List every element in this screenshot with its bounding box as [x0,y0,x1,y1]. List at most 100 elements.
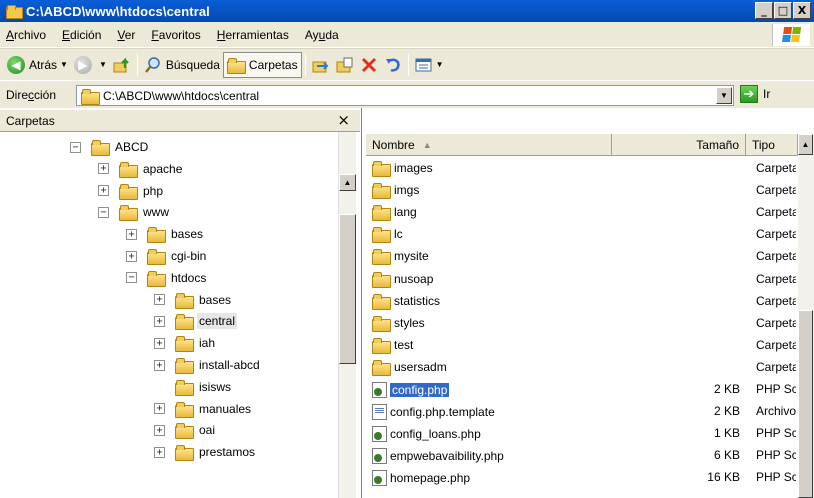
tree-node[interactable]: − htdocs [126,269,208,287]
views-button[interactable]: ▼ [412,52,447,78]
chevron-up-icon: ▲ [801,140,810,149]
file-row[interactable]: test Carpeta [364,335,814,357]
chevron-down-icon: ▼ [720,91,728,100]
scroll-thumb[interactable] [339,214,356,364]
expand-icon[interactable]: + [126,228,137,240]
maximize-button[interactable]: □ [774,2,792,19]
tree-node[interactable]: + apache [98,160,184,178]
tree-node[interactable]: − www [98,203,171,222]
delete-icon [361,57,376,72]
column-header-type[interactable]: Tipo [746,134,798,156]
tree-node[interactable]: + oai [154,421,217,440]
tree-node[interactable]: isisws [154,378,233,396]
menu-edicion[interactable]: Edición [62,28,101,42]
tree-node[interactable]: + iah [154,334,217,353]
folder-icon [119,205,138,222]
file-row[interactable]: config.php.template 2 KB Archivo [364,401,814,423]
address-label: Dirección [6,87,57,102]
expand-icon[interactable]: + [154,337,165,349]
scroll-up-button[interactable]: ▲ [339,174,356,191]
file-row[interactable]: nusoap Carpeta [364,269,814,291]
expand-icon[interactable]: + [154,424,165,436]
folder-icon [175,336,194,353]
menu-favoritos[interactable]: Favoritos [151,28,200,42]
tree-node[interactable]: + install-abcd [154,356,262,374]
tree-node[interactable]: + prestamos [154,443,257,462]
tree-node[interactable]: + manuales [154,400,253,418]
expand-icon[interactable]: + [154,315,165,327]
folders-pane-header: Carpetas × [0,110,360,132]
scroll-up-button[interactable]: ▲ [798,134,813,155]
address-input[interactable]: C:\ABCD\www\htdocs\central ▼ [76,85,734,106]
expand-icon[interactable]: + [154,359,165,371]
file-row[interactable]: images Carpeta [364,158,814,180]
file-type: PHP Script [756,382,796,396]
folder-icon [175,292,194,309]
close-pane-button[interactable]: × [337,111,350,129]
views-icon [415,58,432,71]
forward-button[interactable]: ▶ ▼ [71,52,110,78]
file-row[interactable]: imgs Carpeta [364,180,814,202]
file-row[interactable]: usersadm Carpeta [364,357,814,379]
menu-archivo[interactable]: Archivo [6,28,46,42]
copy-to-button[interactable] [333,52,357,78]
folder-tree-scrollbar[interactable]: ▲ [338,132,356,498]
file-row[interactable]: styles Carpeta [364,313,814,335]
menu-herramientas[interactable]: Herramientas [217,28,289,42]
back-button[interactable]: ◀ Atrás ▼ [4,52,71,78]
tree-node[interactable]: − ABCD [70,138,150,156]
minimize-button[interactable]: _ [755,2,773,19]
windows-logo [772,24,810,46]
folder-icon [372,183,391,200]
folders-button[interactable]: Carpetas [222,51,302,78]
folders-pane-title: Carpetas [6,113,55,128]
expand-icon[interactable]: + [126,250,137,262]
menu-ayuda[interactable]: Ayuda [305,28,339,42]
file-row[interactable]: mysite Carpeta [364,246,814,268]
folder-icon [147,227,166,244]
document-icon [372,404,387,421]
chevron-up-icon: ▲ [343,178,352,187]
move-to-button[interactable] [309,52,333,78]
undo-button[interactable] [381,52,405,78]
file-type: Carpeta [756,359,796,374]
file-row[interactable]: config.php 2 KB PHP Script [364,379,814,401]
file-row[interactable]: lc Carpeta [364,224,814,246]
file-row[interactable]: empwebavaibility.php 6 KB PHP Script [364,445,814,467]
search-button[interactable]: Búsqueda [141,52,223,78]
column-header-name[interactable]: Nombre ▲ [366,134,612,156]
expand-icon[interactable]: + [98,163,109,175]
up-folder-button[interactable] [110,52,134,78]
collapse-icon[interactable]: − [70,141,81,153]
tree-node-label: oai [199,423,216,438]
file-row[interactable]: statistics Carpeta [364,291,814,313]
file-row[interactable]: homepage.php 16 KB PHP Script [364,467,814,489]
address-dropdown-button[interactable]: ▼ [716,87,732,104]
close-button[interactable]: X [793,2,811,19]
expand-icon[interactable]: + [98,185,109,197]
tree-node[interactable]: + central [154,312,238,331]
file-row[interactable]: config_loans.php 1 KB PHP Script [364,423,814,445]
tree-node[interactable]: + bases [154,291,233,309]
title-bar[interactable]: C:\ABCD\www\htdocs\central _ □ X [0,0,814,22]
expand-icon[interactable]: + [154,403,165,415]
expand-icon[interactable]: + [154,294,165,306]
tree-node[interactable]: + php [98,182,165,200]
php-file-icon [372,382,387,398]
folder-icon [175,423,194,440]
toolbar: ◀ Atrás ▼ ▶ ▼ Búsqueda Carpetas ▼ [0,48,814,80]
file-type: Carpeta [756,227,796,242]
tree-node[interactable]: + cgi-bin [126,247,208,265]
scroll-thumb[interactable] [798,310,813,498]
file-row[interactable]: lang Carpeta [364,202,814,224]
collapse-icon[interactable]: − [98,206,109,218]
tree-node[interactable]: + bases [126,225,205,244]
menu-ver[interactable]: Ver [117,28,135,42]
collapse-icon[interactable]: − [126,272,137,284]
expand-icon[interactable]: + [154,446,165,458]
file-name-cell: statistics [372,293,440,310]
delete-button[interactable] [357,52,381,78]
file-list-scrollbar[interactable]: ▲ [798,134,814,498]
column-header-size[interactable]: Tamaño [612,134,746,156]
go-button[interactable]: ➔ Ir [740,85,770,103]
